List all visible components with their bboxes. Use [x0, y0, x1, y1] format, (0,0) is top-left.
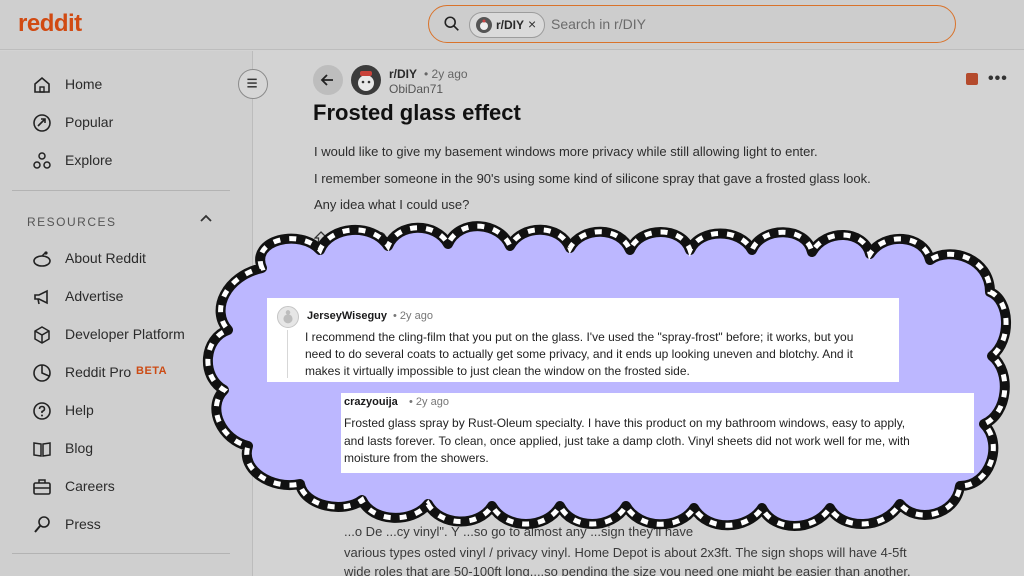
cloud-highlight-overlay — [203, 221, 1011, 531]
comment-line: I recommend the cling-film that you put … — [305, 330, 854, 344]
comment-line: makes it virtually impossible to just cl… — [305, 364, 690, 378]
user-avatar[interactable] — [277, 306, 299, 328]
comment-card: JerseyWiseguy • 2y ago I recommend the c… — [267, 298, 899, 382]
comment-line: need to do several coats to actually get… — [305, 347, 853, 361]
snoo-avatar-icon — [283, 310, 293, 324]
comment-time: • 2y ago — [409, 396, 449, 408]
comment-line: moisture from the showers. — [344, 451, 489, 465]
comment-line: Frosted glass spray by Rust-Oleum specia… — [344, 416, 906, 430]
comment-time: • 2y ago — [393, 310, 433, 322]
thread-line[interactable] — [287, 330, 288, 378]
comment-username[interactable]: JerseyWiseguy — [307, 310, 387, 322]
comment-line: and lasts forever. To clean, once applie… — [344, 434, 910, 448]
comment-card: crazyouija • 2y ago Frosted glass spray … — [341, 393, 974, 473]
comment-username[interactable]: crazyouija — [344, 396, 398, 408]
